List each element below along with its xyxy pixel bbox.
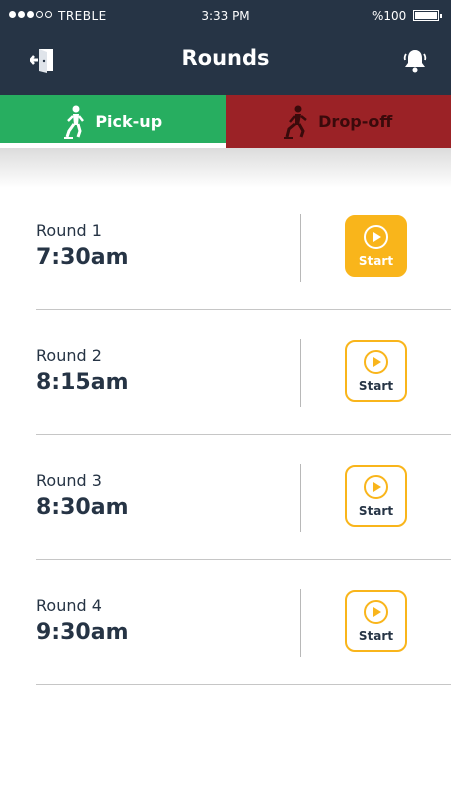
list-item: Round 2 8:15am Start	[0, 310, 451, 435]
running-person-icon	[284, 105, 307, 139]
bell-icon	[403, 50, 427, 73]
round-name: Round 3	[36, 471, 102, 490]
walking-person-icon	[64, 105, 85, 139]
start-button-label: Start	[358, 629, 394, 643]
row-divider	[36, 684, 451, 685]
tab-shadow	[0, 148, 451, 188]
round-time: 9:30am	[36, 620, 129, 645]
list-item: Round 4 9:30am Start	[0, 560, 451, 685]
tab-bar: Pick-up Drop-off	[0, 95, 451, 148]
round-name: Round 1	[36, 221, 102, 240]
battery-percentage: %100	[372, 9, 407, 23]
vertical-divider	[300, 339, 301, 407]
round-time: 8:30am	[36, 495, 129, 520]
round-name: Round 4	[36, 596, 102, 615]
list-item: Round 1 7:30am Start	[0, 185, 451, 310]
round-name: Round 2	[36, 346, 102, 365]
battery-icon	[413, 10, 442, 21]
vertical-divider	[300, 464, 301, 532]
start-button[interactable]: Start	[345, 465, 407, 527]
vertical-divider	[300, 214, 301, 282]
start-button[interactable]: Start	[345, 340, 407, 402]
vertical-divider	[300, 589, 301, 657]
page-title: Rounds	[181, 46, 270, 70]
round-time: 8:15am	[36, 370, 129, 395]
start-button[interactable]: Start	[345, 590, 407, 652]
round-time: 7:30am	[36, 245, 129, 270]
status-bar: TREBLE 3:33 PM %100	[0, 0, 451, 32]
start-button-label: Start	[358, 254, 394, 268]
play-icon	[364, 225, 388, 249]
tab-pickup-label: Pick-up	[95, 112, 163, 131]
play-icon	[364, 475, 388, 499]
app-header: TREBLE 3:33 PM %100 Rounds	[0, 0, 451, 95]
tab-pickup[interactable]: Pick-up	[0, 95, 226, 148]
start-button[interactable]: Start	[345, 215, 407, 277]
play-icon	[364, 600, 388, 624]
list-item: Round 3 8:30am Start	[0, 435, 451, 560]
notifications-button[interactable]	[402, 46, 428, 74]
play-icon	[364, 350, 388, 374]
tab-dropoff[interactable]: Drop-off	[225, 95, 451, 148]
start-button-label: Start	[358, 504, 394, 518]
start-button-label: Start	[358, 379, 394, 393]
round-list: Round 1 7:30am Start Round 2 8:15am Star…	[0, 185, 451, 685]
tab-dropoff-label: Drop-off	[318, 112, 393, 131]
